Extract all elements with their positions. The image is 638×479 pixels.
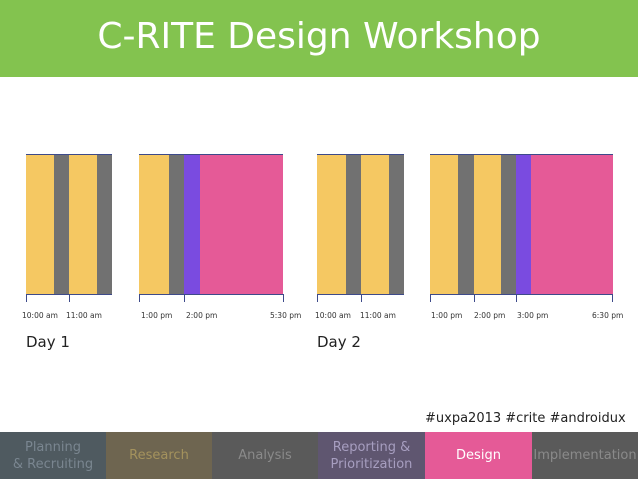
- day2-discussion-block-4: [501, 154, 516, 294]
- day2-time-label: 2:00 pm: [474, 311, 506, 320]
- day1-time-label: 5:30 pm: [270, 311, 302, 320]
- nav-reporting-prioritization[interactable]: Reporting & Prioritization: [318, 432, 425, 479]
- day1-time-label: 2:00 pm: [186, 311, 218, 320]
- day1-top-border-1: [26, 154, 112, 155]
- day2-tick: [317, 294, 318, 302]
- day2-discussion-block-1: [346, 154, 361, 294]
- day1-design-block: [200, 154, 283, 294]
- day2-tick: [430, 294, 431, 302]
- day2-time-label: 10:00 am: [315, 311, 351, 320]
- day1-tick: [283, 294, 284, 302]
- day2-design-block: [531, 154, 613, 294]
- day2-time-label: 11:00 am: [360, 311, 396, 320]
- day1-axis-2: [139, 294, 283, 295]
- day2-top-border-2: [430, 154, 613, 155]
- day1-research-block-1: [26, 154, 54, 294]
- day2-research-block-2: [361, 154, 389, 294]
- day2-research-block-1: [317, 154, 346, 294]
- day1-research-block-3: [139, 154, 169, 294]
- nav-design[interactable]: Design: [425, 432, 532, 479]
- day2-label: Day 2: [317, 333, 361, 351]
- day2-tick: [474, 294, 475, 302]
- day1-label: Day 1: [26, 333, 70, 351]
- day2-review-block: [516, 154, 531, 294]
- day2-axis-2: [430, 294, 613, 295]
- day1-tick: [26, 294, 27, 302]
- nav-label: Planning & Recruiting: [12, 439, 94, 472]
- day1-top-border-2: [139, 154, 283, 155]
- day1-discussion-block-1: [54, 154, 69, 294]
- day1-time-label: 1:00 pm: [141, 311, 173, 320]
- nav-label: Analysis: [238, 448, 292, 463]
- day2-tick: [361, 294, 362, 302]
- nav-label: Design: [456, 448, 501, 463]
- nav-label: Research: [129, 448, 189, 463]
- day1-tick: [184, 294, 185, 302]
- hashtags: #uxpa2013 #crite #androidux: [425, 411, 626, 426]
- nav-implementation[interactable]: Implementation: [532, 432, 638, 479]
- day1-tick: [69, 294, 70, 302]
- header-banner: C-RITE Design Workshop: [0, 0, 638, 77]
- nav-analysis[interactable]: Analysis: [212, 432, 318, 479]
- day2-discussion-block-2: [389, 154, 404, 294]
- page-title: C-RITE Design Workshop: [97, 16, 541, 57]
- day1-research-block-2: [69, 154, 97, 294]
- day2-tick: [612, 294, 613, 302]
- day2-tick: [516, 294, 517, 302]
- nav-label: Reporting & Prioritization: [330, 439, 413, 472]
- day2-time-label: 3:00 pm: [517, 311, 549, 320]
- day2-research-block-3: [430, 154, 458, 294]
- day2-discussion-block-3: [458, 154, 474, 294]
- day1-tick: [139, 294, 140, 302]
- day2-research-block-4: [474, 154, 501, 294]
- day2-time-label: 1:00 pm: [431, 311, 463, 320]
- day2-time-label: 6:30 pm: [592, 311, 624, 320]
- nav-research[interactable]: Research: [106, 432, 212, 479]
- day1-review-block: [184, 154, 200, 294]
- day1-time-label: 10:00 am: [22, 311, 58, 320]
- day2-top-border-1: [317, 154, 404, 155]
- day1-discussion-block-3: [169, 154, 184, 294]
- nav-label: Implementation: [533, 448, 637, 463]
- nav-planning-recruiting[interactable]: Planning & Recruiting: [0, 432, 106, 479]
- day1-time-label: 11:00 am: [66, 311, 102, 320]
- day1-discussion-block-2: [97, 154, 112, 294]
